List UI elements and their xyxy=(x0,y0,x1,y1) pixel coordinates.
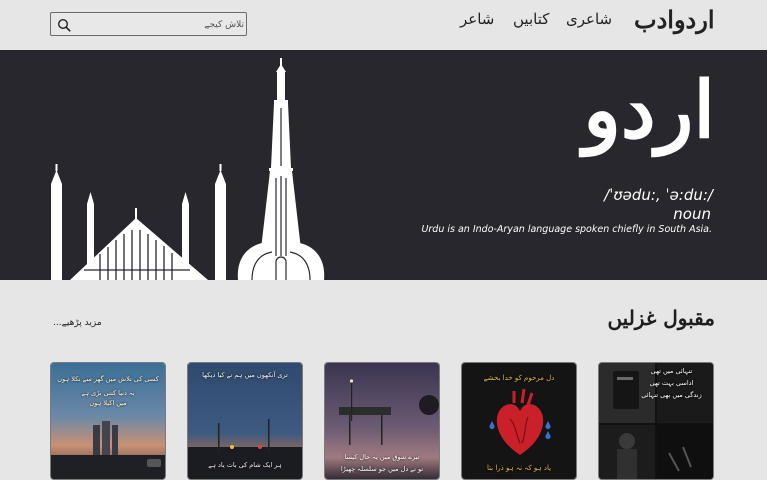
search-input[interactable] xyxy=(77,15,246,35)
ghazal-card-5[interactable]: تنہائی میں تھی اداسی بہت تھی زندگی میں ب… xyxy=(598,362,714,480)
section-title: مقبول غزلیں xyxy=(607,306,715,330)
pronunciation: /ˈʊədu:, ˈə:du:/ xyxy=(604,186,713,204)
site-logo[interactable]: اردوادب xyxy=(634,5,714,34)
card-3-line-2: تو نے دل میں جو سلسلہ چھیڑا xyxy=(340,465,424,473)
nav-poets[interactable]: شاعر xyxy=(460,10,494,28)
nav-poetry[interactable]: شاعری xyxy=(566,10,612,28)
card-2-line-2: ہر ایک شام کی بات یاد ہے xyxy=(208,461,282,469)
part-of-speech: noun xyxy=(673,205,711,223)
hero-banner: اردو /ˈʊədu:, ˈə:du:/ noun Urdu is an In… xyxy=(0,50,767,280)
top-navbar: شاعر کتابیں شاعری اردوادب xyxy=(0,0,767,50)
card-1-line-2: یہ دنیا کتنی بڑی ہے xyxy=(81,389,135,397)
card-5-line-2: اداسی بہت تھی xyxy=(649,379,694,387)
card-3-line-1: تیرے شوق میں یہ حال کیسا xyxy=(344,453,420,461)
search-box[interactable] xyxy=(50,12,247,36)
card-2-line-1: تری آنکھوں میں ہم نے کیا دیکھا xyxy=(202,371,288,379)
card-5-line-3: زندگی میں بھی تنہائی xyxy=(641,391,702,399)
read-more-link[interactable]: مزید پڑھیے... xyxy=(53,318,102,328)
card-4-line-1: دل مرحوم کو خدا بخشے xyxy=(483,374,555,382)
ghazal-card-4[interactable]: دل مرحوم کو خدا بخشے یاد ہو کہ نہ ہو ذرا… xyxy=(461,362,577,480)
card-1-line-1: کسی کی تلاش میں گھر سے نکلا ہوں xyxy=(57,375,159,383)
monuments-illustration xyxy=(51,58,325,280)
search-icon[interactable] xyxy=(57,18,71,32)
ghazal-card-3[interactable]: تیرے شوق میں یہ حال کیسا تو نے دل میں جو… xyxy=(324,362,440,480)
ghazal-card-2[interactable]: تری آنکھوں میں ہم نے کیا دیکھا ہر ایک شا… xyxy=(187,362,303,480)
ghazal-card-1[interactable]: کسی کی تلاش میں گھر سے نکلا ہوں یہ دنیا … xyxy=(50,362,166,480)
definition: Urdu is an Indo-Aryan language spoken ch… xyxy=(421,224,712,235)
card-1-line-3: میں اکیلا ہوں xyxy=(89,399,127,407)
hero-title: اردو xyxy=(583,65,715,156)
card-4-line-2: یاد ہو کہ نہ ہو ذرا بتا xyxy=(486,464,552,472)
nav-books[interactable]: کتابیں xyxy=(513,10,549,28)
card-5-line-1: تنہائی میں تھی xyxy=(650,367,693,375)
